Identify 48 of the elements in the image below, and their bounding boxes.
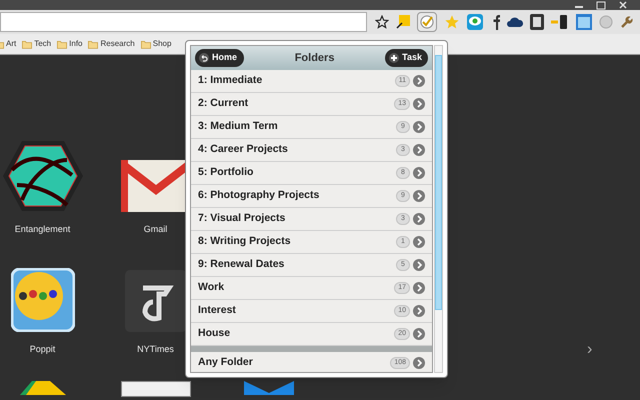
back-arrow-icon (199, 53, 209, 63)
app-label[interactable]: Gmail (144, 223, 168, 236)
chevron-right-icon (413, 236, 425, 248)
chevron-right-icon (413, 121, 425, 133)
wrench-icon[interactable] (620, 15, 634, 29)
bookmark-folder[interactable]: Info (57, 38, 82, 50)
note-icon[interactable] (396, 15, 410, 29)
bookmark-folder[interactable]: Art (0, 38, 16, 50)
screenshot-thumbnail[interactable] (120, 381, 190, 397)
chevron-right-icon (413, 305, 425, 317)
chevron-right-icon (413, 144, 425, 156)
popup-title: Folders (294, 50, 334, 66)
bookmark-folder[interactable]: Shop (140, 38, 172, 50)
phone-icon[interactable] (551, 14, 569, 30)
folder-icon (140, 40, 151, 48)
triangle-logo-icon[interactable] (20, 381, 66, 395)
hexagon-tile-icon[interactable] (2, 140, 84, 212)
star-outline-icon[interactable] (375, 15, 389, 29)
chevron-right-icon (413, 213, 425, 225)
app-label[interactable]: Entanglement (14, 223, 70, 236)
next-page-arrow[interactable]: › (587, 338, 592, 362)
home-button[interactable]: Home (195, 49, 244, 67)
app-label[interactable]: NYTimes (137, 343, 174, 356)
address-field[interactable] (0, 12, 367, 32)
checkmark-icon[interactable] (417, 12, 437, 32)
add-task-button[interactable]: Task (385, 49, 428, 67)
film-icon[interactable] (530, 14, 544, 30)
blackletter-t-icon[interactable] (124, 270, 186, 332)
chevron-right-icon (413, 75, 425, 87)
bookmark-folder[interactable]: Research (88, 38, 135, 50)
plus-icon (389, 53, 400, 63)
book-icon[interactable] (244, 381, 294, 395)
chevron-right-icon (413, 328, 425, 340)
chat-icon[interactable] (467, 14, 483, 30)
chevron-right-icon (413, 98, 425, 110)
folder-icon (88, 40, 98, 48)
balloon-icon[interactable] (10, 268, 74, 332)
cloud-icon[interactable] (507, 16, 523, 28)
chevron-right-icon (413, 167, 425, 179)
star-icon[interactable] (444, 14, 460, 30)
chevron-right-icon (413, 259, 425, 271)
folder-icon (22, 40, 32, 48)
folder-icon (57, 40, 68, 48)
chevron-right-icon (413, 190, 425, 202)
chevron-right-icon (413, 357, 425, 369)
app-label[interactable]: Poppit (30, 343, 56, 356)
chevron-right-icon (413, 282, 425, 294)
bookmark-folder[interactable]: Tech (22, 38, 52, 50)
